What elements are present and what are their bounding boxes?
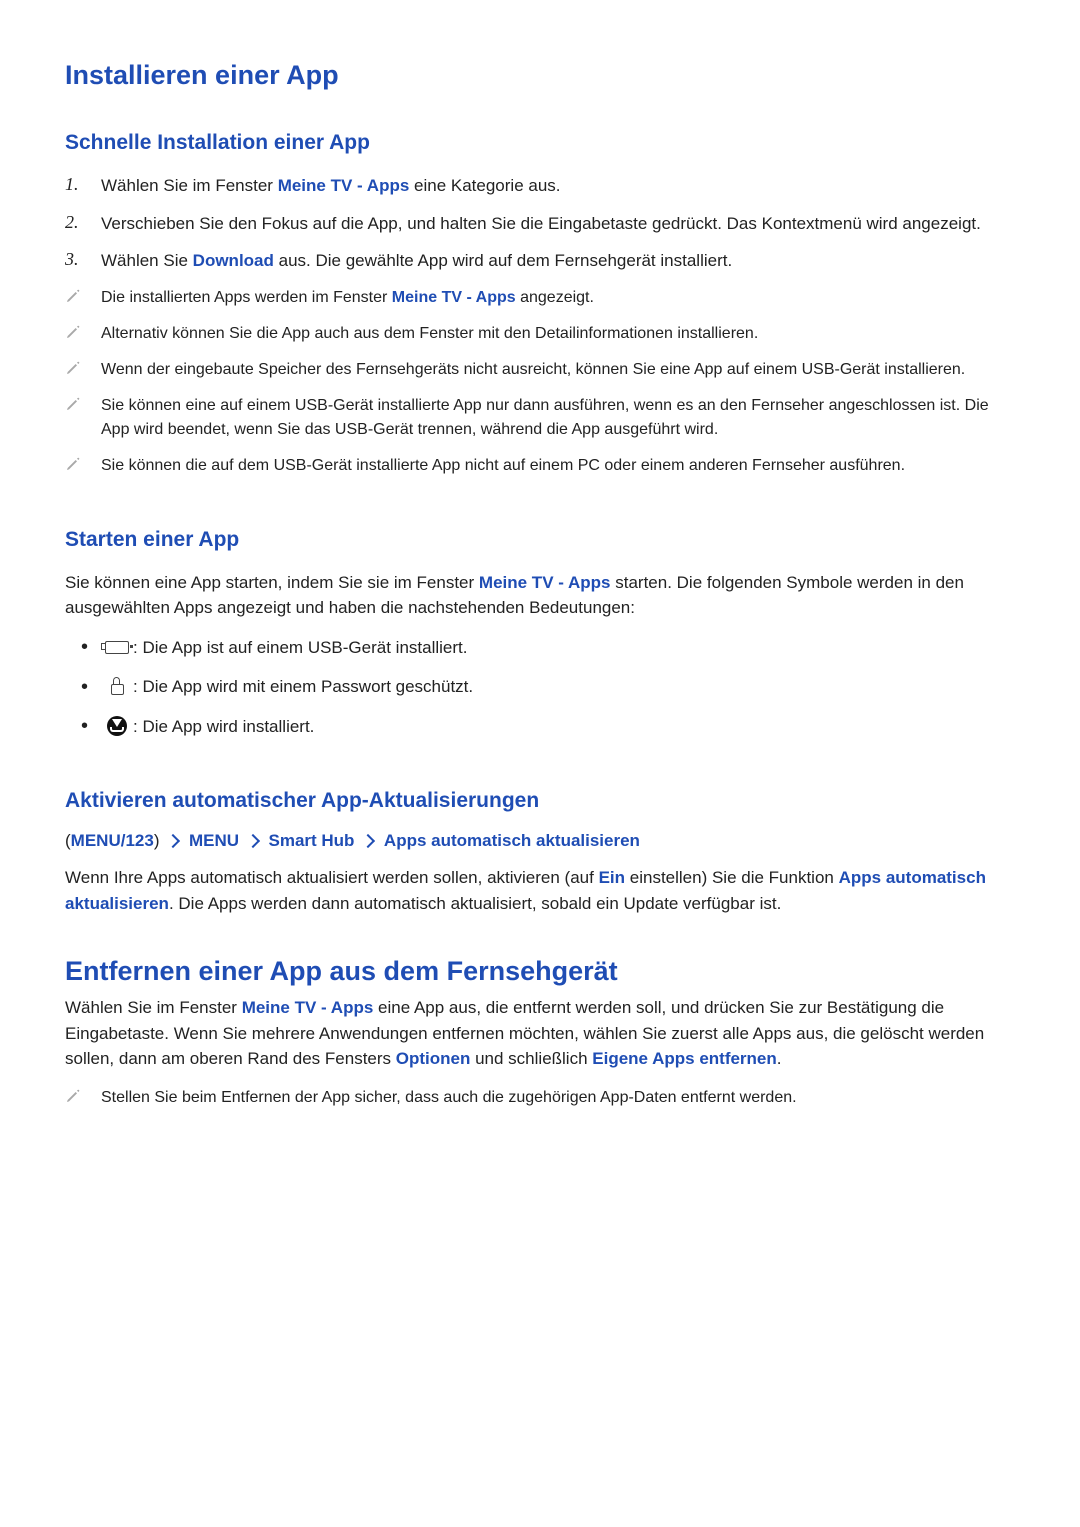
note-row: Stellen Sie beim Entfernen der App siche…	[65, 1086, 1015, 1110]
bullet-icon: •	[65, 677, 101, 697]
list-item: • : Die App wird mit einem Passwort gesc…	[65, 674, 1015, 700]
note-text: Sie können die auf dem USB-Gerät install…	[101, 454, 1015, 478]
note-row: Die installierten Apps werden im Fenster…	[65, 286, 1015, 310]
note-row: Sie können die auf dem USB-Gerät install…	[65, 454, 1015, 478]
usb-icon	[101, 641, 133, 654]
start-app-intro: Sie können eine App starten, indem Sie s…	[65, 570, 1015, 621]
note-icon	[65, 454, 101, 472]
step-number: 3.	[65, 248, 101, 270]
menu-navigation-path: (MENU/123) MENU Smart Hub Apps automatis…	[65, 831, 1015, 851]
text: Wählen Sie	[101, 251, 193, 270]
paren-close: )	[154, 831, 160, 850]
bullet-icon: •	[65, 637, 101, 657]
pen-icon	[65, 456, 81, 472]
pen-icon	[65, 1088, 81, 1104]
auto-update-body: Wenn Ihre Apps automatisch aktualisiert …	[65, 865, 1015, 916]
inline-link: Ein	[599, 868, 625, 887]
text: Wenn Ihre Apps automatisch aktualisiert …	[65, 868, 599, 887]
heading-auto-update: Aktivieren automatischer App-Aktualisier…	[65, 789, 1015, 813]
item-text: : Die App wird mit einem Passwort geschü…	[133, 674, 1015, 700]
text: Sie können eine App starten, indem Sie s…	[65, 573, 479, 592]
start-app-icons-list: • : Die App ist auf einem USB-Gerät inst…	[65, 635, 1015, 740]
nav-part: MENU	[189, 831, 239, 850]
inline-link: Meine TV - Apps	[479, 573, 611, 592]
note-text: Wenn der eingebaute Speicher des Fernseh…	[101, 358, 1015, 382]
pen-icon	[65, 396, 81, 412]
item-text: : Die App wird installiert.	[133, 714, 1015, 740]
item-text: : Die App ist auf einem USB-Gerät instal…	[133, 635, 1015, 661]
text: einstellen) Sie die Funktion	[625, 868, 839, 887]
heading-start-app: Starten einer App	[65, 528, 1015, 552]
note-row: Alternativ können Sie die App auch aus d…	[65, 322, 1015, 346]
inline-link: Meine TV - Apps	[242, 998, 374, 1017]
list-item: • : Die App wird installiert.	[65, 714, 1015, 740]
nav-part: Apps automatisch aktualisieren	[384, 831, 640, 850]
chevron-right-icon	[361, 834, 375, 848]
note-text: Sie können eine auf einem USB-Gerät inst…	[101, 394, 1015, 442]
inline-link: Eigene Apps entfernen	[592, 1049, 777, 1068]
note-row: Sie können eine auf einem USB-Gerät inst…	[65, 394, 1015, 442]
step-text: Verschieben Sie den Fokus auf die App, u…	[101, 211, 1015, 237]
inline-link: Meine TV - Apps	[392, 289, 516, 306]
note-row: Wenn der eingebaute Speicher des Fernseh…	[65, 358, 1015, 382]
text: eine Kategorie aus.	[409, 176, 560, 195]
lock-icon	[101, 678, 133, 695]
text: . Die Apps werden dann automatisch aktua…	[169, 894, 781, 913]
text: und schließlich	[470, 1049, 592, 1068]
remove-app-notes: Stellen Sie beim Entfernen der App siche…	[65, 1086, 1015, 1110]
quick-install-steps: 1. Wählen Sie im Fenster Meine TV - Apps…	[65, 173, 1015, 274]
list-item: • : Die App ist auf einem USB-Gerät inst…	[65, 635, 1015, 661]
note-text: Stellen Sie beim Entfernen der App siche…	[101, 1086, 1015, 1110]
quick-install-notes: Die installierten Apps werden im Fenster…	[65, 286, 1015, 478]
step-text: Wählen Sie Download aus. Die gewählte Ap…	[101, 248, 1015, 274]
step-number: 1.	[65, 173, 101, 195]
nav-part: Smart Hub	[268, 831, 354, 850]
pen-icon	[65, 360, 81, 376]
step-2: 2. Verschieben Sie den Fokus auf die App…	[65, 211, 1015, 237]
bullet-icon: •	[65, 716, 101, 736]
remove-app-body: Wählen Sie im Fenster Meine TV - Apps ei…	[65, 995, 1015, 1072]
inline-link: Optionen	[396, 1049, 471, 1068]
text: angezeigt.	[516, 289, 594, 306]
step-3: 3. Wählen Sie Download aus. Die gewählte…	[65, 248, 1015, 274]
step-text: Wählen Sie im Fenster Meine TV - Apps ei…	[101, 173, 1015, 199]
text: Verschieben Sie den Fokus auf die App, u…	[101, 214, 981, 233]
heading-remove-app: Entfernen einer App aus dem Fernsehgerät	[65, 956, 1015, 987]
note-icon	[65, 1086, 101, 1104]
text: Wählen Sie im Fenster	[65, 998, 242, 1017]
text: aus. Die gewählte App wird auf dem Ferns…	[274, 251, 732, 270]
inline-link: Meine TV - Apps	[278, 176, 410, 195]
nav-part: MENU/123	[71, 831, 154, 850]
step-1: 1. Wählen Sie im Fenster Meine TV - Apps…	[65, 173, 1015, 199]
inline-link: Download	[193, 251, 274, 270]
text: Die installierten Apps werden im Fenster	[101, 289, 392, 306]
download-icon	[101, 716, 133, 736]
pen-icon	[65, 288, 81, 304]
text: .	[777, 1049, 782, 1068]
note-icon	[65, 322, 101, 340]
pen-icon	[65, 324, 81, 340]
chevron-right-icon	[166, 834, 180, 848]
note-text: Alternativ können Sie die App auch aus d…	[101, 322, 1015, 346]
note-icon	[65, 358, 101, 376]
heading-quick-install: Schnelle Installation einer App	[65, 131, 1015, 155]
step-number: 2.	[65, 211, 101, 233]
note-icon	[65, 286, 101, 304]
note-icon	[65, 394, 101, 412]
chevron-right-icon	[246, 834, 260, 848]
heading-install-app: Installieren einer App	[65, 60, 1015, 91]
text: Wählen Sie im Fenster	[101, 176, 278, 195]
note-text: Die installierten Apps werden im Fenster…	[101, 286, 1015, 310]
document-page: Installieren einer App Schnelle Installa…	[0, 0, 1080, 1162]
